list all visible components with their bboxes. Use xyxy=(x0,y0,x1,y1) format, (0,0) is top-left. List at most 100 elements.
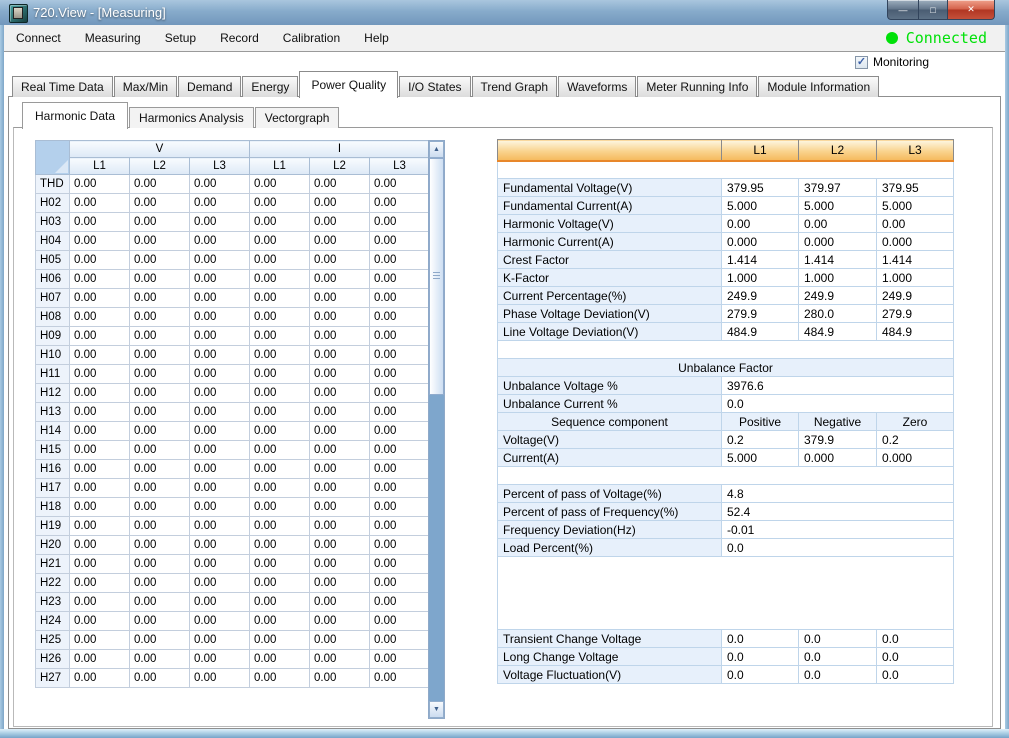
quality-value-cell: 0.0 xyxy=(722,666,799,684)
menu-item-help[interactable]: Help xyxy=(352,26,401,50)
harmonic-value-cell: 0.00 xyxy=(190,460,250,479)
tab-real-time-data[interactable]: Real Time Data xyxy=(12,76,113,97)
harmonic-value-cell: 0.00 xyxy=(70,232,130,251)
quality-row-label: Phase Voltage Deviation(V) xyxy=(498,305,722,323)
harmonic-row-h15: H150.000.000.000.000.000.00 xyxy=(36,441,430,460)
harmonics-scrollbar[interactable]: ▲ ▼ xyxy=(428,140,445,719)
close-button[interactable]: ✕ xyxy=(947,0,995,20)
tab-waveforms[interactable]: Waveforms xyxy=(558,76,636,97)
harmonic-value-cell: 0.00 xyxy=(190,517,250,536)
monitoring-checkbox[interactable]: ✓ xyxy=(855,56,868,69)
harmonic-value-cell: 0.00 xyxy=(70,669,130,688)
harmonic-row-h02: H020.000.000.000.000.000.00 xyxy=(36,194,430,213)
menu-item-measuring[interactable]: Measuring xyxy=(73,26,153,50)
column-header-l3-5: L3 xyxy=(370,158,430,175)
quality-value-cell: 0.0 xyxy=(799,630,877,648)
harmonic-value-cell: 0.00 xyxy=(250,194,310,213)
quality-row-frequency-deviation-hz: Frequency Deviation(Hz)-0.01 xyxy=(498,521,954,539)
quality-row-label: Percent of pass of Frequency(%) xyxy=(498,503,722,521)
harmonic-value-cell: 0.00 xyxy=(370,460,430,479)
quality-value-cell: 484.9 xyxy=(877,323,954,341)
harmonic-value-cell: 0.00 xyxy=(190,327,250,346)
harmonic-value-cell: 0.00 xyxy=(190,593,250,612)
harmonic-value-cell: 0.00 xyxy=(370,365,430,384)
harmonic-value-cell: 0.00 xyxy=(70,631,130,650)
menu-item-calibration[interactable]: Calibration xyxy=(271,26,352,50)
menu-item-connect[interactable]: Connect xyxy=(4,26,73,50)
harmonic-row-h16: H160.000.000.000.000.000.00 xyxy=(36,460,430,479)
scrollbar-down-button[interactable]: ▼ xyxy=(429,701,444,718)
row-label: H09 xyxy=(36,327,70,346)
tab-demand[interactable]: Demand xyxy=(178,76,241,97)
harmonic-value-cell: 0.00 xyxy=(310,441,370,460)
harmonic-value-cell: 0.00 xyxy=(130,536,190,555)
close-icon: ✕ xyxy=(967,4,975,15)
harmonic-value-cell: 0.00 xyxy=(130,194,190,213)
subheader-zero: Zero xyxy=(877,413,954,431)
harmonic-value-cell: 0.00 xyxy=(190,232,250,251)
quality-row-phase-voltage-deviation-v: Phase Voltage Deviation(V)279.9280.0279.… xyxy=(498,305,954,323)
subtab-harmonic-data[interactable]: Harmonic Data xyxy=(22,102,128,129)
harmonic-value-cell: 0.00 xyxy=(250,612,310,631)
subtab-vectorgraph[interactable]: Vectorgraph xyxy=(255,107,340,128)
harmonic-value-cell: 0.00 xyxy=(370,574,430,593)
quality-value-cell: 1.000 xyxy=(877,269,954,287)
menu-item-setup[interactable]: Setup xyxy=(153,26,208,50)
quality-row-long-change-voltage: Long Change Voltage0.00.00.0 xyxy=(498,648,954,666)
tab-max-min[interactable]: Max/Min xyxy=(114,76,177,97)
tab-energy[interactable]: Energy xyxy=(242,76,298,97)
quality-value-cell: 1.000 xyxy=(722,269,799,287)
subheader-negative: Negative xyxy=(799,413,877,431)
tab-meter-running-info[interactable]: Meter Running Info xyxy=(637,76,757,97)
quality-value-cell: 379.9 xyxy=(799,431,877,449)
row-label: H12 xyxy=(36,384,70,403)
harmonic-value-cell: 0.00 xyxy=(310,650,370,669)
harmonic-row-h23: H230.000.000.000.000.000.00 xyxy=(36,593,430,612)
harmonic-value-cell: 0.00 xyxy=(250,669,310,688)
harmonic-row-h17: H170.000.000.000.000.000.00 xyxy=(36,479,430,498)
harmonic-value-cell: 0.00 xyxy=(310,289,370,308)
minimize-button[interactable]: — xyxy=(887,0,919,20)
quality-row-k-factor: K-Factor1.0001.0001.000 xyxy=(498,269,954,287)
tab-i-o-states[interactable]: I/O States xyxy=(399,76,470,97)
scrollbar-thumb[interactable] xyxy=(429,158,444,395)
quality-row-label: Frequency Deviation(Hz) xyxy=(498,521,722,539)
tab-module-information[interactable]: Module Information xyxy=(758,76,879,97)
window-title: 720.View - [Measuring] xyxy=(33,5,166,20)
gap-cell xyxy=(498,161,954,179)
harmonic-value-cell: 0.00 xyxy=(310,194,370,213)
harmonic-value-cell: 0.00 xyxy=(370,175,430,194)
harmonic-value-cell: 0.00 xyxy=(130,422,190,441)
corner-triangle-icon xyxy=(55,160,68,173)
quality-merged-value: 4.8 xyxy=(722,485,954,503)
harmonic-value-cell: 0.00 xyxy=(190,498,250,517)
window-controls: — □ ✕ xyxy=(887,0,995,20)
scrollbar-up-button[interactable]: ▲ xyxy=(429,141,444,158)
group-header-i: I xyxy=(250,141,430,158)
harmonic-value-cell: 0.00 xyxy=(310,631,370,650)
harmonic-value-cell: 0.00 xyxy=(370,346,430,365)
quality-merged-value: 0.0 xyxy=(722,395,954,413)
harmonic-value-cell: 0.00 xyxy=(370,479,430,498)
quality-value-cell: 1.414 xyxy=(722,251,799,269)
harmonic-value-cell: 0.00 xyxy=(370,194,430,213)
menu-item-record[interactable]: Record xyxy=(208,26,271,50)
subtab-harmonics-analysis[interactable]: Harmonics Analysis xyxy=(129,107,254,128)
quality-row-sequence-component: Sequence componentPositiveNegativeZero xyxy=(498,413,954,431)
harmonic-row-h03: H030.000.000.000.000.000.00 xyxy=(36,213,430,232)
quality-value-cell: 0.00 xyxy=(877,215,954,233)
harmonic-value-cell: 0.00 xyxy=(130,384,190,403)
harmonic-value-cell: 0.00 xyxy=(70,536,130,555)
quality-value-cell: 0.0 xyxy=(722,630,799,648)
harmonic-row-h21: H210.000.000.000.000.000.00 xyxy=(36,555,430,574)
tab-trend-graph[interactable]: Trend Graph xyxy=(472,76,558,97)
tab-power-quality[interactable]: Power Quality xyxy=(299,71,398,98)
row-label: H27 xyxy=(36,669,70,688)
quality-header-l2: L2 xyxy=(799,140,877,161)
quality-value-cell: 379.95 xyxy=(722,179,799,197)
quality-row-label: Voltage(V) xyxy=(498,431,722,449)
maximize-button[interactable]: □ xyxy=(919,0,947,20)
harmonic-value-cell: 0.00 xyxy=(370,631,430,650)
quality-value-cell: 0.000 xyxy=(877,449,954,467)
harmonic-value-cell: 0.00 xyxy=(370,555,430,574)
